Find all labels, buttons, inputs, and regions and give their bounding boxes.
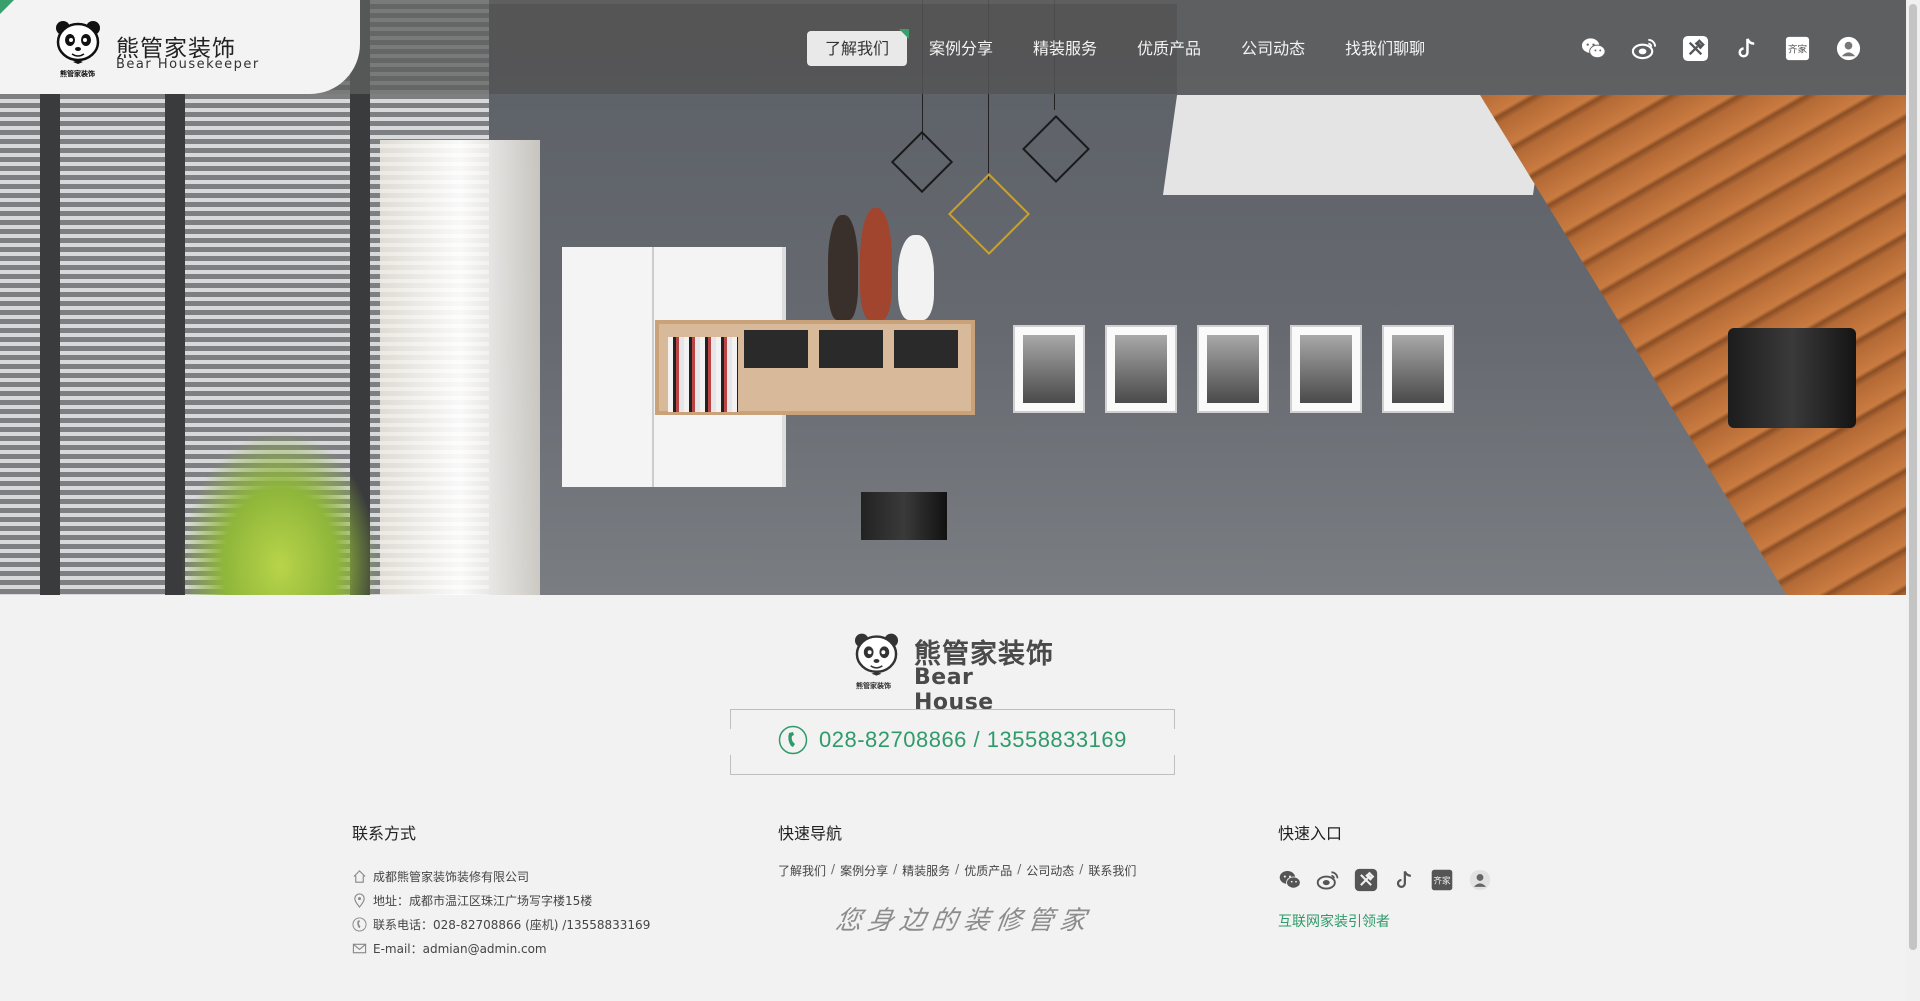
wechat-icon[interactable] [1580, 35, 1607, 62]
contact-title: 联系方式 [352, 824, 417, 843]
svg-text:齐家: 齐家 [1433, 874, 1451, 886]
quick-entry-title: 快速入口 [1278, 824, 1343, 843]
tiktok-icon[interactable] [1733, 35, 1760, 62]
phone-icon [778, 725, 808, 755]
footer-link-news[interactable]: 公司动态 [1026, 862, 1074, 879]
tiktok-icon[interactable] [1392, 868, 1416, 892]
footer-logo-english-name: Bear House [914, 665, 994, 715]
quick-nav-title: 快速导航 [778, 824, 843, 843]
tagline-link[interactable]: 互联网家装引领者 [1278, 911, 1390, 931]
tool-icon[interactable] [1354, 868, 1378, 892]
nav-contact-chat[interactable]: 找我们聊聊 [1327, 31, 1443, 66]
nav-about-us[interactable]: 了解我们 [807, 29, 910, 66]
company-row: 成都熊管家装饰装修有限公司 [352, 864, 650, 888]
person-icon[interactable] [1468, 868, 1492, 892]
tool-icon[interactable] [1682, 35, 1709, 62]
logo-badge-text: 熊管家装饰 [60, 70, 95, 78]
contact-info: 成都熊管家装饰装修有限公司 地址：成都市温江区珠江广场写字楼15楼 联系电话：0… [352, 864, 650, 960]
address-row: 地址：成都市温江区珠江广场写字楼15楼 [352, 888, 650, 912]
header-social-links: 齐家 [1580, 35, 1862, 62]
weibo-icon[interactable] [1316, 868, 1340, 892]
footer-logo-badge-text: 熊管家装饰 [856, 682, 891, 690]
footer-link-services[interactable]: 精装服务 [902, 862, 950, 879]
person-icon[interactable] [1835, 35, 1862, 62]
main-nav: 了解我们 案例分享 精装服务 优质产品 公司动态 找我们聊聊 [807, 29, 1447, 66]
nav-quality-products[interactable]: 优质产品 [1119, 31, 1219, 66]
footer-social-links: 齐家 [1278, 868, 1492, 892]
footer-logo: 熊管家装饰 熊管家装饰 Bear House [854, 632, 1054, 715]
footer-link-contact[interactable]: 联系我们 [1088, 862, 1136, 879]
page-scrollbar[interactable] [1906, 0, 1920, 1001]
footer-link-about[interactable]: 了解我们 [778, 862, 826, 879]
footer-link-cases[interactable]: 案例分享 [840, 862, 888, 879]
svg-text:齐家: 齐家 [1788, 43, 1808, 55]
location-pin-icon [354, 892, 365, 908]
footer-quick-nav: 了解我们 / 案例分享 / 精装服务 / 优质产品 / 公司动态 / 联系我们 [778, 862, 1137, 879]
home-icon [353, 869, 366, 883]
slogan-text: 您身边的装修管家 [833, 906, 1094, 936]
nav-case-sharing[interactable]: 案例分享 [911, 31, 1011, 66]
mail-icon [352, 943, 367, 953]
header-logo[interactable]: 熊管家装饰 熊管家装饰 Bear Housekeeper [0, 0, 360, 94]
black-lamp [1728, 328, 1856, 428]
hotline-box: 028-82708866 / 13558833169 [730, 709, 1175, 775]
qijia-icon[interactable]: 齐家 [1784, 35, 1811, 62]
qijia-icon[interactable]: 齐家 [1430, 868, 1454, 892]
weibo-icon[interactable] [1631, 35, 1658, 62]
hotline-number[interactable]: 028-82708866 / 13558833169 [819, 727, 1127, 753]
wechat-icon[interactable] [1278, 868, 1302, 892]
phone-icon [352, 916, 367, 932]
tel-row: 联系电话：028-82708866 (座机) /13558833169 [352, 912, 650, 936]
logo-english-name: Bear Housekeeper [116, 57, 260, 72]
email-row: E-mail：admian@admin.com [352, 936, 650, 960]
nav-fine-decoration[interactable]: 精装服务 [1015, 31, 1115, 66]
footer-link-products[interactable]: 优质产品 [964, 862, 1012, 879]
scrollbar-thumb[interactable] [1909, 4, 1917, 950]
panda-logo-icon [56, 21, 100, 64]
nav-company-news[interactable]: 公司动态 [1223, 31, 1323, 66]
